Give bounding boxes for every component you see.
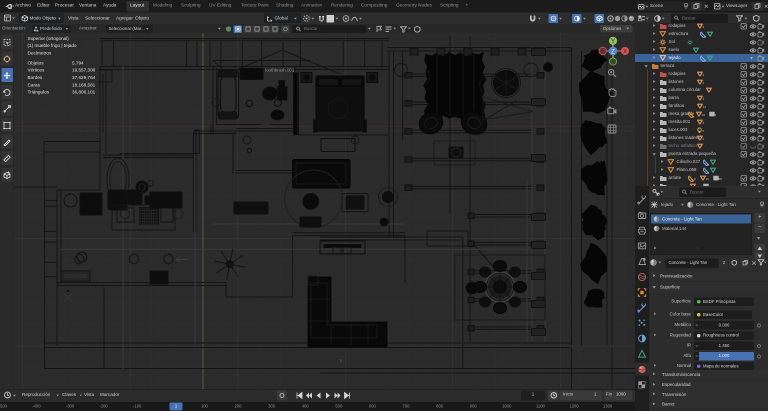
svg-text:X: X [623,49,627,55]
svg-text:toothbrush.001: toothbrush.001 [265,68,295,73]
svg-text:Z: Z [611,50,615,56]
svg-text:Y: Y [339,359,343,365]
svg-text:Y: Y [611,39,615,45]
